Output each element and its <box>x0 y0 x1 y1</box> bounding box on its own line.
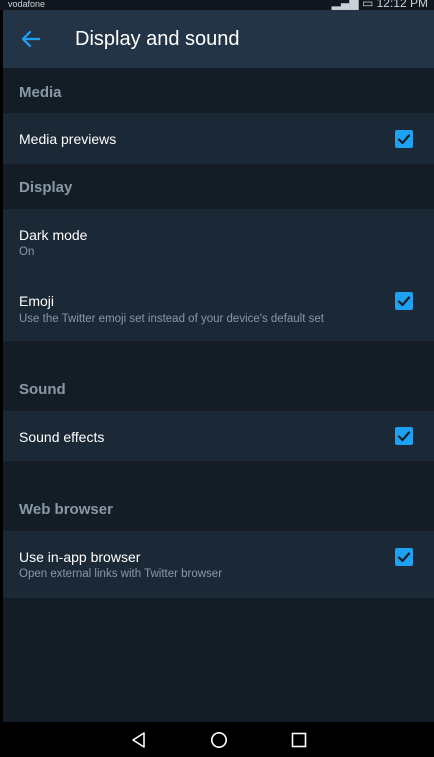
checkmark-icon <box>397 134 411 145</box>
settings-content: Media Media previews Display Dark mode O… <box>3 68 434 722</box>
media-previews-checkbox[interactable] <box>395 130 413 148</box>
status-icons: ▂▄▆ ▭ 12:12 PM <box>332 0 428 10</box>
signal-icon: ▂▄▆ <box>331 0 359 10</box>
setting-title: Dark mode <box>19 227 88 243</box>
status-time: 12:12 PM <box>376 0 428 10</box>
setting-subtitle: Open external links with Twitter browser <box>19 568 223 580</box>
display-group: Dark mode On Emoji Use the Twitter emoji… <box>3 209 434 341</box>
emoji-checkbox[interactable] <box>395 292 413 310</box>
in-app-browser-checkbox[interactable] <box>395 548 413 566</box>
nav-home-button[interactable] <box>210 731 228 749</box>
triangle-back-icon <box>132 732 145 748</box>
setting-in-app-browser[interactable]: Use in-app browser Open external links w… <box>3 531 434 598</box>
circle-home-icon <box>211 732 227 748</box>
carrier-name: vodafone <box>8 0 46 9</box>
setting-title: Use in-app browser <box>19 549 141 565</box>
setting-dark-mode[interactable]: Dark mode On <box>3 209 434 273</box>
checkmark-icon <box>397 296 411 307</box>
setting-title: Media previews <box>19 131 117 147</box>
system-nav-bar <box>0 722 434 757</box>
setting-sound-effects[interactable]: Sound effects <box>3 411 434 461</box>
back-button[interactable] <box>21 29 41 49</box>
square-recents-icon <box>291 732 307 748</box>
sound-effects-checkbox[interactable] <box>395 427 413 445</box>
section-header-web-browser: Web browser <box>19 501 113 518</box>
section-header-display: Display <box>19 179 73 196</box>
setting-title: Sound effects <box>19 429 105 445</box>
setting-subtitle: Use the Twitter emoji set instead of you… <box>19 313 324 325</box>
nav-back-button[interactable] <box>130 731 148 749</box>
arrow-left-icon <box>21 30 41 48</box>
app-bar: Display and sound <box>3 10 434 68</box>
setting-subtitle: On <box>19 246 35 258</box>
nav-recents-button[interactable] <box>290 731 308 749</box>
section-header-sound: Sound <box>19 381 66 398</box>
setting-title: Emoji <box>19 293 55 309</box>
status-bar: vodafone ▂▄▆ ▭ 12:12 PM <box>0 0 434 10</box>
setting-media-previews[interactable]: Media previews <box>3 113 434 164</box>
section-header-media: Media <box>19 84 62 101</box>
page-title: Display and sound <box>75 28 240 50</box>
setting-emoji[interactable]: Emoji Use the Twitter emoji set instead … <box>3 273 434 341</box>
checkmark-icon <box>397 431 411 442</box>
battery-icon: ▭ <box>361 0 374 10</box>
checkmark-icon <box>397 552 411 563</box>
